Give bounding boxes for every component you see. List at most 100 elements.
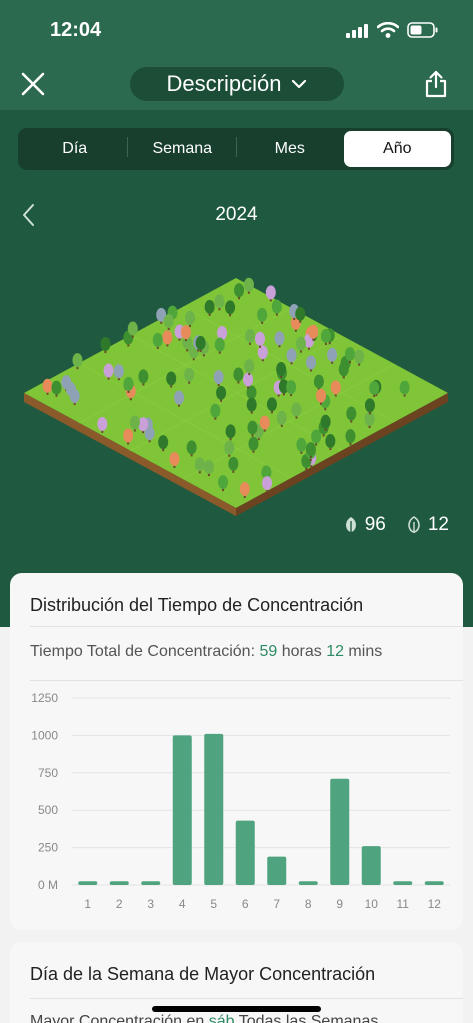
bar-month-10: [361, 846, 381, 885]
tree-crown: [246, 397, 257, 412]
bar-month-4: [172, 735, 192, 885]
cellular-signal-icon: [346, 24, 368, 38]
withered-count: 12: [427, 514, 449, 535]
tree-crown: [162, 330, 173, 345]
chevron-down-icon: [292, 79, 307, 89]
tree-crown: [239, 482, 250, 497]
withered-leaf-icon: [408, 516, 420, 533]
tree-crown: [244, 359, 255, 374]
tab-day[interactable]: Día: [21, 131, 129, 167]
bar-month-12: [424, 881, 444, 885]
x-tick-label: 4: [179, 897, 186, 911]
tree-crown: [276, 362, 287, 377]
tree-crown: [214, 294, 225, 309]
tree-crown: [296, 437, 307, 452]
tree-crown: [316, 388, 327, 403]
tree-crown: [266, 397, 277, 412]
tree-crown: [291, 402, 302, 417]
tree-crown: [69, 389, 80, 404]
tree-crown: [185, 310, 196, 325]
tree-crown: [338, 362, 349, 377]
tree-crown: [103, 363, 114, 378]
tree-crown: [51, 380, 62, 395]
tree-crown: [129, 415, 140, 430]
x-tick-label: 11: [397, 897, 410, 911]
tree-crown: [325, 434, 336, 449]
tree-crown: [399, 380, 410, 395]
tree-crown: [97, 416, 108, 431]
bar-month-8: [298, 881, 318, 885]
tree-crown: [218, 475, 229, 490]
y-tick-label: 750: [38, 766, 58, 780]
tree-crown: [203, 460, 214, 475]
x-tick-label: 2: [116, 897, 123, 911]
focus-distribution-card: Distribución del Tiempo de Concentración…: [10, 573, 463, 930]
tree-crown: [320, 414, 331, 429]
bar-month-1: [78, 881, 98, 885]
tree-crown: [225, 300, 236, 315]
tree-crown: [100, 337, 111, 352]
divider: [30, 998, 463, 999]
tree-crown: [308, 324, 319, 339]
x-tick-label: 3: [147, 897, 154, 911]
tree-crown: [286, 380, 297, 395]
close-icon[interactable]: [20, 71, 46, 97]
tree-crown: [186, 440, 197, 455]
tree-crown: [228, 456, 239, 471]
tree-crown: [216, 385, 227, 400]
tree-crown: [213, 370, 224, 385]
home-indicator: [152, 1006, 321, 1012]
bar-month-11: [393, 881, 413, 885]
view-type-dropdown[interactable]: Descripción: [130, 67, 344, 101]
tree-crown: [369, 380, 380, 395]
tree-crown: [210, 403, 221, 418]
tree-crown: [204, 299, 215, 314]
tree-crown: [224, 440, 235, 455]
alive-count: 96: [364, 514, 386, 535]
tree-crown: [305, 442, 316, 457]
share-icon[interactable]: [424, 70, 448, 98]
tree-crown: [184, 367, 195, 382]
bar-month-3: [141, 881, 161, 885]
tree-crown: [274, 331, 285, 346]
tab-week[interactable]: Semana: [129, 131, 237, 167]
tree-crown: [364, 398, 375, 413]
tree-crown: [225, 424, 236, 439]
tree-crown: [245, 328, 256, 343]
tree-crown: [344, 346, 355, 361]
tree-crown: [158, 435, 169, 450]
tree-crown: [113, 364, 124, 379]
weekday-summary: Mayor Concentración en sáb Todas las Sem…: [30, 1013, 378, 1023]
y-tick-label: 1000: [31, 728, 58, 742]
tree-crown: [72, 353, 83, 368]
bar-month-6: [235, 820, 255, 885]
tree-crown: [257, 307, 268, 322]
leaf-icon: [345, 517, 356, 533]
tab-month[interactable]: Mes: [236, 131, 344, 167]
x-tick-label: 8: [305, 897, 312, 911]
x-tick-label: 1: [84, 897, 91, 911]
tree-crown: [271, 299, 282, 314]
tree-crown: [42, 378, 53, 393]
x-tick-label: 12: [428, 897, 442, 911]
x-tick-label: 10: [365, 897, 379, 911]
y-tick-label: 500: [38, 803, 58, 817]
tree-crown: [163, 313, 174, 328]
tree-crown: [123, 376, 134, 391]
bar-month-5: [204, 733, 224, 885]
tree-crown: [234, 283, 245, 298]
x-tick-label: 9: [336, 897, 343, 911]
segment-divider: [236, 137, 237, 157]
period-label: 2024: [215, 204, 258, 225]
tree-crown: [276, 410, 287, 425]
x-tick-label: 6: [242, 897, 249, 911]
tree-crown: [247, 420, 258, 435]
tree-counts: 96 12: [343, 514, 449, 536]
tree-crown: [306, 355, 317, 370]
tree-crown: [194, 457, 205, 472]
tree-crown: [123, 428, 134, 443]
tree-crown: [262, 476, 273, 491]
segment-divider: [127, 137, 128, 157]
tree-crown: [313, 374, 324, 389]
tab-year[interactable]: Año: [343, 131, 451, 167]
